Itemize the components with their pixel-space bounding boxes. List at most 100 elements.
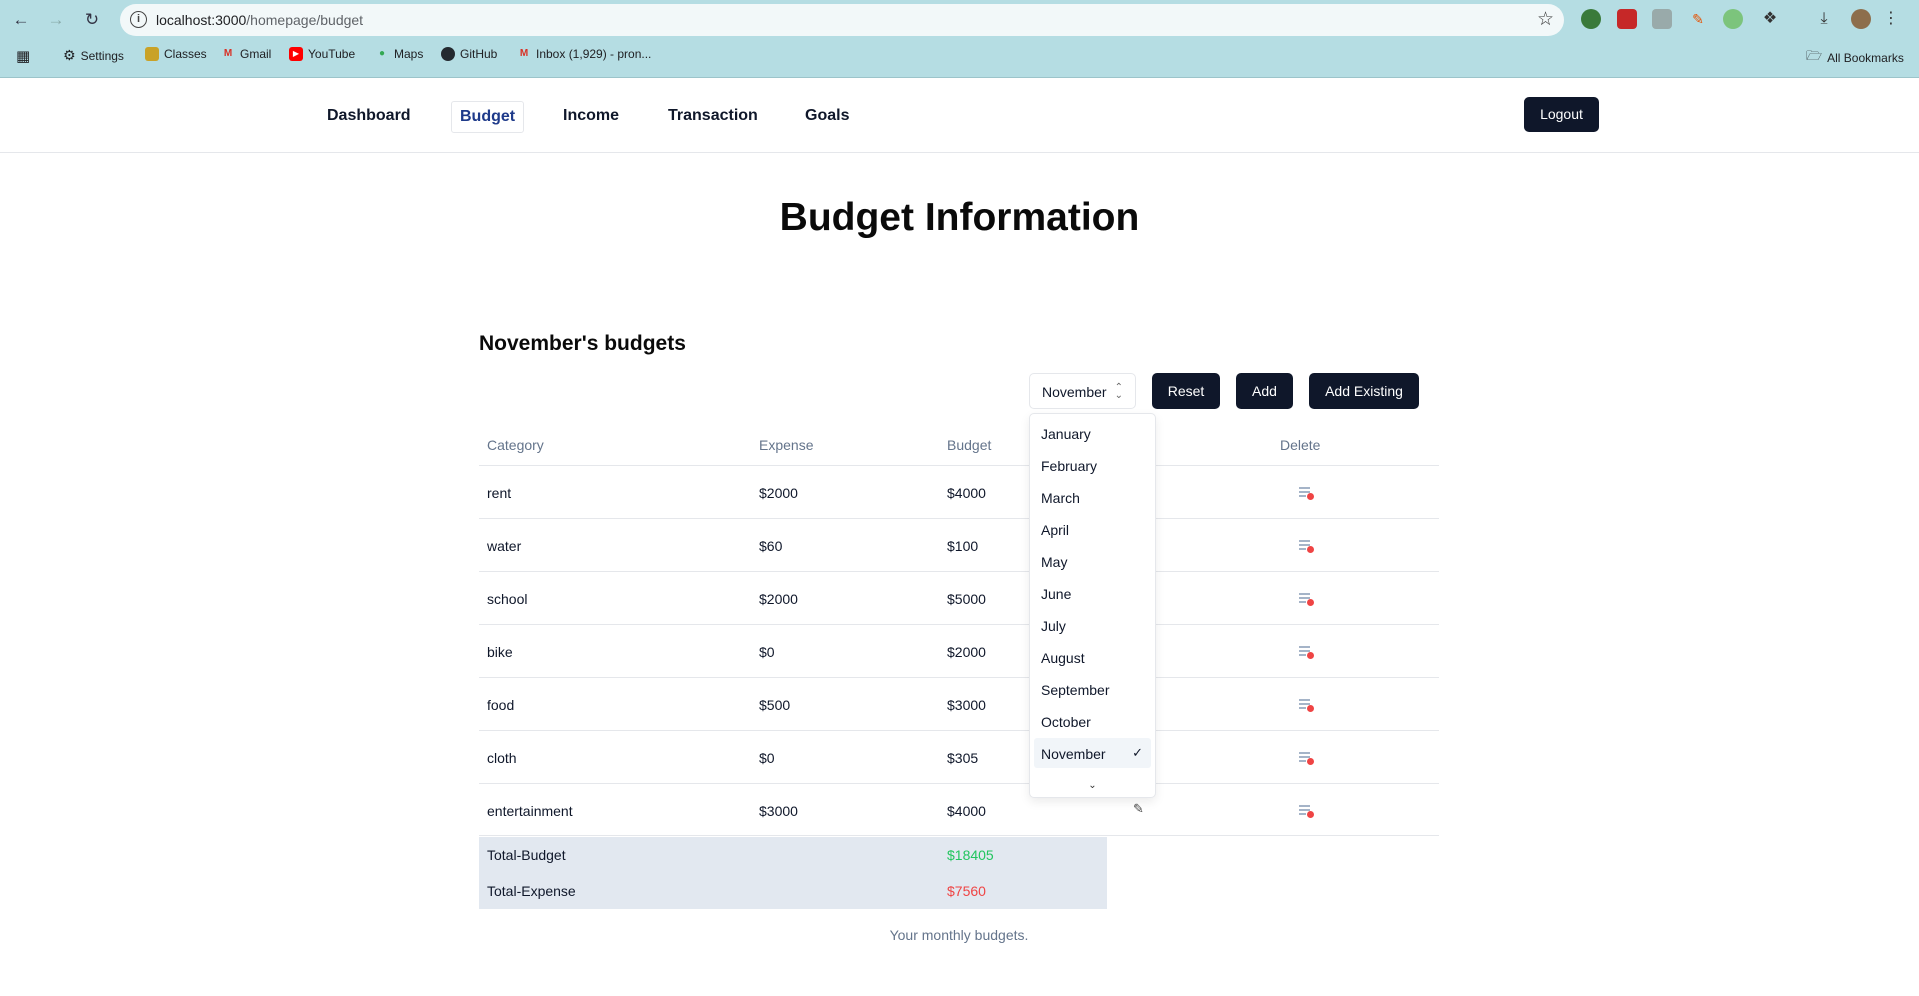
total-budget-label: Total-Budget xyxy=(487,847,566,863)
browser-menu-icon[interactable]: ⋮ xyxy=(1881,9,1901,29)
extension-globe-icon[interactable] xyxy=(1581,9,1601,29)
bookmark-youtube[interactable]: ▶ YouTube xyxy=(289,47,355,61)
site-info-icon[interactable]: i xyxy=(130,11,147,28)
delete-icon[interactable] xyxy=(1299,593,1314,606)
month-option[interactable]: October xyxy=(1034,706,1151,736)
page-title: Budget Information xyxy=(779,196,1140,239)
add-existing-button[interactable]: Add Existing xyxy=(1309,373,1419,409)
classes-icon xyxy=(145,47,159,61)
total-budget-value: $18405 xyxy=(947,847,994,863)
nav-goals[interactable]: Goals xyxy=(797,101,857,131)
month-option[interactable]: April xyxy=(1034,514,1151,544)
cell-category: water xyxy=(487,538,522,554)
scroll-down-chevron-icon[interactable]: ⌄ xyxy=(1030,780,1155,791)
delete-icon[interactable] xyxy=(1299,540,1314,553)
github-icon xyxy=(441,47,455,61)
maps-icon: ● xyxy=(378,48,386,59)
download-icon[interactable]: ⤓ xyxy=(1814,9,1834,29)
extension-camera-icon[interactable] xyxy=(1652,9,1672,29)
address-bar[interactable]: i localhost:3000/homepage/budget ☆ xyxy=(120,4,1564,36)
cell-budget: $5000 xyxy=(947,591,986,607)
app-navbar: Dashboard Budget Income Transaction Goal… xyxy=(0,78,1919,153)
bookmark-gmail[interactable]: M Gmail xyxy=(221,47,272,61)
apps-grid-icon[interactable]: ▦ xyxy=(16,47,30,65)
month-option[interactable]: March xyxy=(1034,482,1151,512)
month-dropdown: January February March April May June Ju… xyxy=(1029,413,1156,798)
cell-expense: $0 xyxy=(759,750,775,766)
cell-category: entertainment xyxy=(487,803,573,819)
url-text[interactable]: localhost:3000/homepage/budget xyxy=(156,12,363,28)
back-icon[interactable]: ← xyxy=(9,8,33,32)
nav-budget[interactable]: Budget xyxy=(451,101,525,133)
browser-chrome: ← → ↻ i localhost:3000/homepage/budget ☆… xyxy=(0,0,1919,78)
table-row: entertainment $3000 $4000 ✎ xyxy=(479,783,1439,836)
extensions-puzzle-icon[interactable]: ❖ xyxy=(1760,9,1780,29)
cell-budget: $3000 xyxy=(947,697,986,713)
header-expense: Expense xyxy=(759,437,814,453)
delete-icon[interactable] xyxy=(1299,752,1314,765)
table-row: food $500 $3000 xyxy=(479,677,1439,730)
month-option[interactable]: June xyxy=(1034,578,1151,608)
delete-icon[interactable] xyxy=(1299,699,1314,712)
all-bookmarks[interactable]: 🗁 All Bookmarks xyxy=(1806,47,1904,69)
logout-button[interactable]: Logout xyxy=(1524,97,1599,132)
header-category: Category xyxy=(487,437,544,453)
cell-expense: $3000 xyxy=(759,803,798,819)
edit-icon[interactable]: ✎ xyxy=(1133,801,1144,817)
header-delete: Delete xyxy=(1280,437,1321,453)
table-row: rent $2000 $4000 xyxy=(479,465,1439,518)
delete-icon[interactable] xyxy=(1299,646,1314,659)
bookmark-star-icon[interactable]: ☆ xyxy=(1537,8,1554,31)
nav-income[interactable]: Income xyxy=(555,101,627,131)
delete-icon[interactable] xyxy=(1299,805,1314,818)
extension-pdf-icon[interactable] xyxy=(1617,9,1637,29)
youtube-icon: ▶ xyxy=(289,47,303,61)
bookmark-settings[interactable]: ⚙ Settings xyxy=(63,47,124,64)
bookmark-inbox[interactable]: M Inbox (1,929) - pron... xyxy=(517,47,652,61)
reset-button[interactable]: Reset xyxy=(1152,373,1220,409)
folder-icon: 🗁 xyxy=(1806,48,1823,63)
table-row: water $60 $100 xyxy=(479,518,1439,571)
cell-expense: $0 xyxy=(759,644,775,660)
total-expense-label: Total-Expense xyxy=(487,883,576,899)
extension-palette-icon[interactable] xyxy=(1723,9,1743,29)
cell-budget: $305 xyxy=(947,750,979,766)
total-expense-row: Total-Expense $7560 xyxy=(479,873,1107,909)
cell-budget: $4000 xyxy=(947,803,986,819)
delete-icon[interactable] xyxy=(1299,487,1314,500)
table-caption: Your monthly budgets. xyxy=(889,927,1029,943)
forward-icon[interactable]: → xyxy=(44,8,68,32)
add-button[interactable]: Add xyxy=(1236,373,1293,409)
cell-budget: $4000 xyxy=(947,485,986,501)
profile-avatar[interactable] xyxy=(1851,9,1871,29)
cell-expense: $2000 xyxy=(759,485,798,501)
bookmark-classes[interactable]: Classes xyxy=(145,47,207,61)
month-option[interactable]: July xyxy=(1034,610,1151,640)
nav-dashboard[interactable]: Dashboard xyxy=(319,101,419,131)
nav-transaction[interactable]: Transaction xyxy=(660,101,766,131)
cell-expense: $2000 xyxy=(759,591,798,607)
table-row: bike $0 $2000 xyxy=(479,624,1439,677)
month-option[interactable]: May xyxy=(1034,546,1151,576)
cell-budget: $2000 xyxy=(947,644,986,660)
bookmark-github[interactable]: GitHub xyxy=(441,47,497,61)
month-option[interactable]: February xyxy=(1034,450,1151,480)
extension-pen-icon[interactable]: ✎ xyxy=(1688,9,1708,29)
table-row: school $2000 $5000 xyxy=(479,571,1439,624)
reload-icon[interactable]: ↻ xyxy=(80,8,104,32)
total-expense-value: $7560 xyxy=(947,883,986,899)
bookmark-maps[interactable]: ● Maps xyxy=(375,47,423,61)
month-option[interactable]: January xyxy=(1034,418,1151,448)
month-select[interactable]: November ⌃ ⌄ xyxy=(1029,373,1136,409)
month-option[interactable]: September xyxy=(1034,674,1151,704)
cell-expense: $500 xyxy=(759,697,791,713)
gmail-icon: M xyxy=(519,48,529,59)
cell-category: rent xyxy=(487,485,512,501)
bookmarks-bar: ▦ ⚙ Settings Classes M Gmail ▶ YouTube ● Map… xyxy=(0,44,1919,68)
gear-icon: ⚙ xyxy=(63,47,76,63)
section-title: November's budgets xyxy=(479,332,686,355)
month-option[interactable]: August xyxy=(1034,642,1151,672)
month-option-selected[interactable]: November ✓ xyxy=(1034,738,1151,768)
total-budget-row: Total-Budget $18405 xyxy=(479,837,1107,873)
cell-category: cloth xyxy=(487,750,517,766)
